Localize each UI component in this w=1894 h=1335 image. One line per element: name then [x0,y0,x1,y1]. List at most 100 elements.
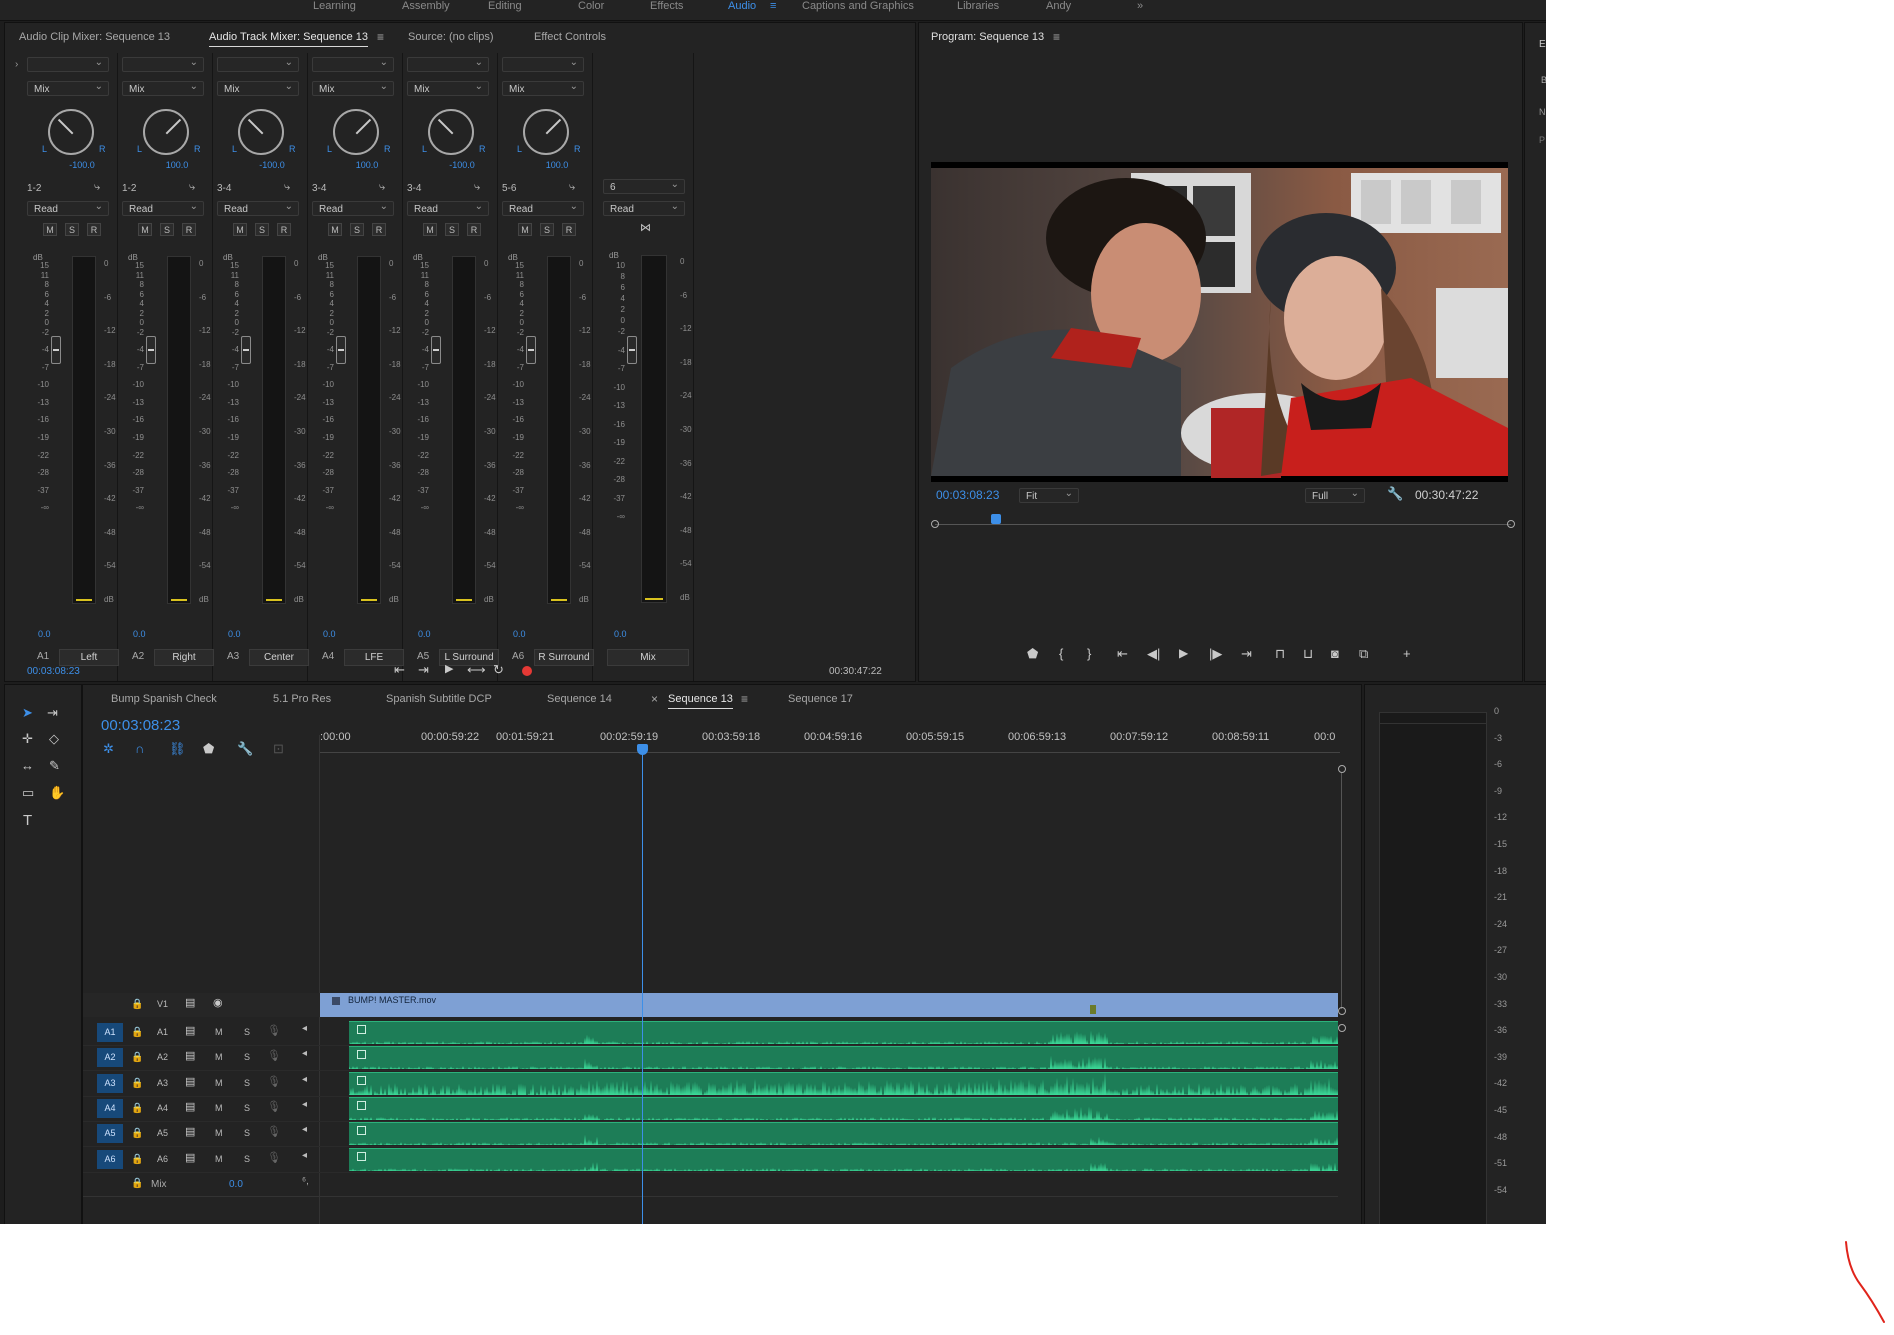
mute-track-button[interactable]: M [215,1052,223,1062]
pan-knob[interactable] [238,109,284,155]
lock-icon[interactable]: 🔒 [131,1127,143,1140]
panel-menu-icon[interactable]: ≡ [377,30,384,44]
solo-button[interactable]: S [255,223,269,236]
pan-knob[interactable] [333,109,379,155]
mute-track-button[interactable]: M [215,1128,223,1138]
track-select-icon[interactable]: ⇥ [47,706,58,719]
automation-mode-select[interactable]: Read [27,199,109,216]
panel-menu-icon[interactable]: ≡ [741,692,748,706]
solo-button[interactable]: S [65,223,79,236]
tab-audio-track-mixer[interactable]: Audio Track Mixer: Sequence 13 [209,31,368,47]
panel-menu-icon[interactable]: ≡ [1053,30,1060,44]
master-automation-select[interactable]: Read [603,199,685,216]
source-patch-badge[interactable]: A3 [97,1074,123,1093]
mark-in-icon[interactable]: { [1059,647,1063,660]
solo-track-button[interactable]: S [244,1052,250,1062]
solo-track-button[interactable]: S [244,1027,250,1037]
rectangle-icon[interactable]: ▭ [22,786,34,799]
gain-value[interactable]: 0.0 [323,629,336,639]
workspace-color[interactable]: Color [578,0,604,12]
audio-clip[interactable] [349,1148,1338,1171]
volume-fader[interactable] [51,336,61,364]
slip-icon[interactable]: ↔ [21,759,34,772]
effect-slot-select[interactable] [502,55,584,72]
volume-fader[interactable] [241,336,251,364]
play-in-to-out-icon[interactable]: ⟷ [467,663,486,676]
add-marker-icon[interactable]: ⬟ [1027,647,1038,660]
effect-slot-select[interactable] [312,55,394,72]
scrubber-start-handle[interactable] [931,520,939,528]
solo-track-button[interactable]: S [244,1078,250,1088]
play-icon[interactable]: ▶ [445,663,453,676]
solo-track-button[interactable]: S [244,1154,250,1164]
track-volume-icon[interactable]: ◂ [302,1124,307,1135]
channel-name[interactable]: Left [59,649,119,666]
pen-icon[interactable]: ✎ [49,759,60,772]
source-patch-badge[interactable]: A6 [97,1150,123,1169]
lock-icon[interactable]: 🔒 [131,1102,143,1115]
lock-icon[interactable]: 🔒 [131,1077,143,1090]
audio-clip[interactable] [349,1072,1338,1095]
solo-button[interactable]: S [540,223,554,236]
gain-value[interactable]: 0.0 [228,629,241,639]
timeline-playhead[interactable] [637,744,648,755]
volume-fader[interactable] [431,336,441,364]
solo-button[interactable]: S [445,223,459,236]
go-to-out-icon[interactable]: ⇥ [1241,647,1252,660]
send-routing-icon[interactable]: ⤷ [569,181,575,194]
clip-marker[interactable] [1090,1005,1096,1014]
volume-fader[interactable] [336,336,346,364]
effect-slot-select[interactable] [217,55,299,72]
mix-mode-select[interactable]: Mix [217,79,299,96]
solo-track-button[interactable]: S [244,1103,250,1113]
workspace-effects[interactable]: Effects [650,0,683,12]
go-to-in-icon[interactable]: ⇤ [394,663,405,676]
tab-spanish-subtitle-dcp[interactable]: Spanish Subtitle DCP [386,693,492,705]
tab-source[interactable]: Source: (no clips) [408,31,494,43]
record-icon[interactable] [522,666,532,676]
scrubber-end-handle[interactable] [1507,520,1515,528]
go-to-in-icon[interactable]: ⇤ [1117,647,1128,660]
automation-mode-select[interactable]: Read [122,199,204,216]
add-marker-icon[interactable]: ⬟ [203,742,214,755]
mix-mode-select[interactable]: Mix [407,79,489,96]
lock-icon[interactable]: 🔒 [131,1177,143,1190]
vscroll-audio-handle[interactable] [1338,1024,1346,1032]
plus-icon[interactable]: + [1403,647,1411,660]
source-patch-badge[interactable]: A4 [97,1099,123,1118]
tab-sequence-17[interactable]: Sequence 17 [788,693,853,705]
link-icon[interactable]: ⛓ [169,742,186,755]
mix-mode-select[interactable]: Mix [122,79,204,96]
program-scrubber[interactable] [931,514,1515,532]
gain-value[interactable]: 0.0 [513,629,526,639]
tab-effect-controls[interactable]: Effect Controls [534,31,606,43]
solo-button[interactable]: S [160,223,174,236]
workspace-learning[interactable]: Learning [313,0,356,12]
track-volume-icon[interactable]: ◂ [302,1074,307,1085]
tab-sequence-13[interactable]: Sequence 13 [668,693,733,709]
automation-mode-select[interactable]: Read [502,199,584,216]
pan-value[interactable]: -100.0 [247,160,297,170]
track-volume-icon[interactable]: ◂ [302,1150,307,1161]
tab-51-pro-res[interactable]: 5.1 Pro Res [273,693,331,705]
eye-icon[interactable]: ◉ [213,997,223,1010]
nest-icon[interactable]: ✲ [103,742,114,755]
comparison-view-icon[interactable]: ⧉ [1359,647,1368,660]
mic-icon[interactable]: 🎙 [267,1050,281,1063]
close-tab-icon[interactable]: × [651,692,658,706]
lock-icon[interactable]: 🔒 [131,998,143,1011]
hand-icon[interactable]: ✋ [49,786,65,799]
loop-icon[interactable]: ↻ [493,663,504,676]
film-icon[interactable]: ▤ [185,1050,195,1063]
audio-clip[interactable] [349,1021,1338,1044]
send-routing-icon[interactable]: ⤷ [189,181,195,194]
send-routing-icon[interactable]: ⤷ [94,181,100,194]
record-enable-button[interactable]: R [467,223,481,236]
program-playhead[interactable] [990,514,1001,524]
vscroll-divider-handle[interactable] [1338,1007,1346,1015]
snap-icon[interactable]: ∩ [135,742,144,755]
ripple-edit-icon[interactable]: ✛ [22,732,33,745]
zoom-select[interactable]: Fit [1019,486,1079,503]
vscroll-top-handle[interactable] [1338,765,1346,773]
mute-button[interactable]: M [43,223,57,236]
